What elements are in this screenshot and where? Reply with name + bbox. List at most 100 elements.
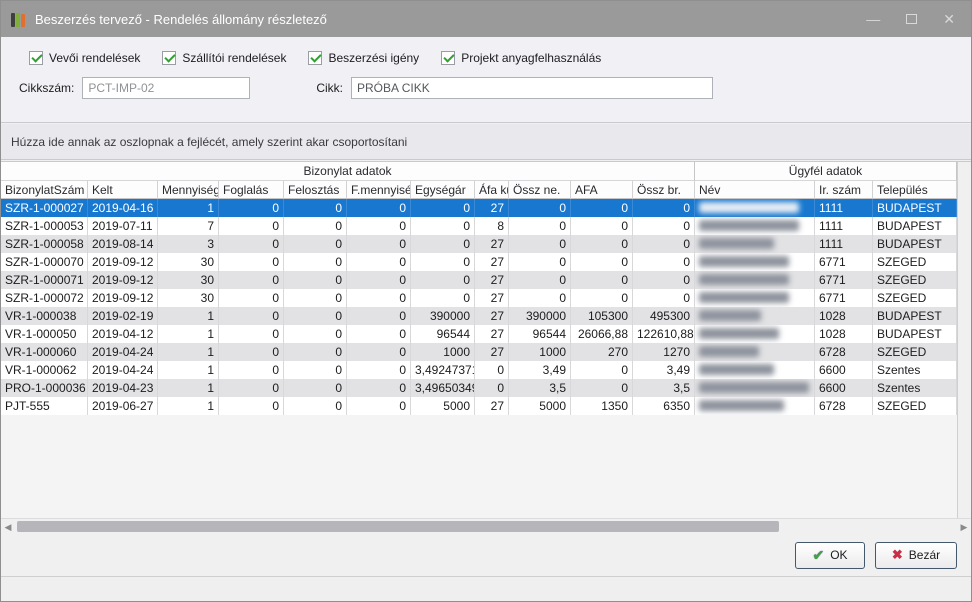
cell: 390000 [411, 307, 475, 325]
column-header-5[interactable]: F.mennyiség [347, 181, 411, 199]
cell: SZEGED [873, 397, 957, 415]
column-header-1[interactable]: Kelt [88, 181, 158, 199]
table-row[interactable]: SZR-1-0000582019-08-1430000270001111BUDA… [1, 235, 957, 253]
minimize-icon[interactable]: — [866, 12, 880, 26]
hscroll-thumb[interactable] [17, 521, 779, 532]
checkbox-beszerzesi-igeny[interactable]: Beszerzési igény [308, 51, 419, 65]
maximize-icon[interactable] [906, 12, 917, 26]
cell: 0 [509, 271, 571, 289]
cell: 0 [509, 217, 571, 235]
checkbox-vevoi-rendelesek[interactable]: Vevői rendelések [29, 51, 140, 65]
table-row[interactable]: PJT-5552019-06-2710005000275000135063506… [1, 397, 957, 415]
cell: 122610,88 [633, 325, 695, 343]
cell: 30 [158, 289, 219, 307]
cell: 0 [219, 307, 284, 325]
close-button-label: Bezár [909, 548, 940, 562]
cell: 1111 [815, 217, 873, 235]
cell: BUDAPEST [873, 199, 957, 217]
cell: 0 [347, 361, 411, 379]
cell: 0 [219, 361, 284, 379]
column-header-10[interactable]: Össz br. [633, 181, 695, 199]
column-header-3[interactable]: Foglalás [219, 181, 284, 199]
table-row[interactable]: SZR-1-0000272019-04-1610000270001111BUDA… [1, 199, 957, 217]
cell: 0 [219, 235, 284, 253]
cell: 2019-08-14 [88, 235, 158, 253]
column-header-9[interactable]: AFA [571, 181, 633, 199]
table-row[interactable]: VR-1-0000602019-04-241000100027100027012… [1, 343, 957, 361]
checkbox-projekt-anyagfelhasznalas[interactable]: Projekt anyagfelhasználás [441, 51, 601, 65]
scroll-right-arrow-icon[interactable]: ▶ [958, 521, 970, 533]
cell: 1028 [815, 307, 873, 325]
column-header-11[interactable]: Név [695, 181, 815, 199]
cell: 0 [509, 199, 571, 217]
redacted-name [699, 328, 779, 339]
cell: 270 [571, 343, 633, 361]
table-row[interactable]: SZR-1-0000712019-09-12300000270006771SZE… [1, 271, 957, 289]
cell: 1 [158, 199, 219, 217]
field-row: Cikkszám: Cikk: [1, 65, 971, 99]
cell: 0 [475, 379, 509, 397]
column-header-12[interactable]: Ir. szám [815, 181, 873, 199]
column-header-4[interactable]: Felosztás [284, 181, 347, 199]
cell: 0 [571, 199, 633, 217]
ok-button[interactable]: ✔ OK [795, 542, 865, 569]
group-by-panel[interactable]: Húzza ide annak az oszlopnak a fejlécét,… [1, 124, 971, 160]
cell: BUDAPEST [873, 217, 957, 235]
cell: 27 [475, 397, 509, 415]
table-row[interactable]: SZR-1-0000702019-09-12300000270006771SZE… [1, 253, 957, 271]
cell: 0 [284, 235, 347, 253]
cell: 6771 [815, 271, 873, 289]
cell: 27 [475, 289, 509, 307]
cell: 0 [284, 343, 347, 361]
table-row[interactable]: VR-1-0000502019-04-121000965442796544260… [1, 325, 957, 343]
cell: 6350 [633, 397, 695, 415]
table-row[interactable]: VR-1-0000382019-02-191000390000273900001… [1, 307, 957, 325]
cikkszam-input[interactable] [82, 77, 250, 99]
column-header-7[interactable]: Áfa ku. [475, 181, 509, 199]
cell: 1028 [815, 325, 873, 343]
cell: 0 [411, 289, 475, 307]
redacted-name [699, 292, 789, 303]
cell: 0 [284, 325, 347, 343]
cell: 6728 [815, 397, 873, 415]
cell: SZEGED [873, 289, 957, 307]
cell: 27 [475, 325, 509, 343]
cell: SZR-1-000058 [1, 235, 88, 253]
cell: 0 [633, 253, 695, 271]
column-header-13[interactable]: Település [873, 181, 957, 199]
cell: 5000 [509, 397, 571, 415]
scroll-left-arrow-icon[interactable]: ◀ [2, 521, 14, 533]
cell: 0 [571, 271, 633, 289]
table-row[interactable]: SZR-1-0000532019-07-117000080001111BUDAP… [1, 217, 957, 235]
vertical-scrollbar-track[interactable] [957, 161, 971, 518]
cell: 0 [284, 379, 347, 397]
dialog-window: Beszerzés tervező - Rendelés állomány ré… [0, 0, 972, 602]
cell: 1 [158, 397, 219, 415]
column-header-0[interactable]: BizonylatSzám [1, 181, 88, 199]
cell: 0 [219, 217, 284, 235]
cell: 6771 [815, 289, 873, 307]
checkbox-szallitoi-rendelesek[interactable]: Szállítói rendelések [162, 51, 286, 65]
column-header-2[interactable]: Mennyiség [158, 181, 219, 199]
band-header-1[interactable]: Ügyfél adatok [695, 162, 957, 181]
cell: 2019-06-27 [88, 397, 158, 415]
cell: 0 [571, 217, 633, 235]
table-row[interactable]: PRO-1-0000362019-04-2310003,4965034903,5… [1, 379, 957, 397]
table-row[interactable]: SZR-1-0000722019-09-12300000270006771SZE… [1, 289, 957, 307]
cell [695, 307, 815, 325]
cell: 0 [475, 361, 509, 379]
horizontal-scrollbar[interactable]: ◀ ▶ [1, 518, 971, 534]
close-button[interactable]: ✖ Bezár [875, 542, 957, 569]
cell: 6771 [815, 253, 873, 271]
cell: 2019-09-12 [88, 253, 158, 271]
table-row[interactable]: VR-1-0000622019-04-2410003,4924737103,49… [1, 361, 957, 379]
cell: 0 [633, 289, 695, 307]
cell: Szentes [873, 361, 957, 379]
cell: 0 [284, 271, 347, 289]
column-header-6[interactable]: Egységár [411, 181, 475, 199]
column-header-8[interactable]: Össz ne. [509, 181, 571, 199]
close-icon[interactable]: ✕ [943, 12, 955, 26]
band-header-0[interactable]: Bizonylat adatok [1, 162, 695, 181]
cikk-input[interactable] [351, 77, 713, 99]
window-title: Beszerzés tervező - Rendelés állomány ré… [35, 12, 866, 27]
